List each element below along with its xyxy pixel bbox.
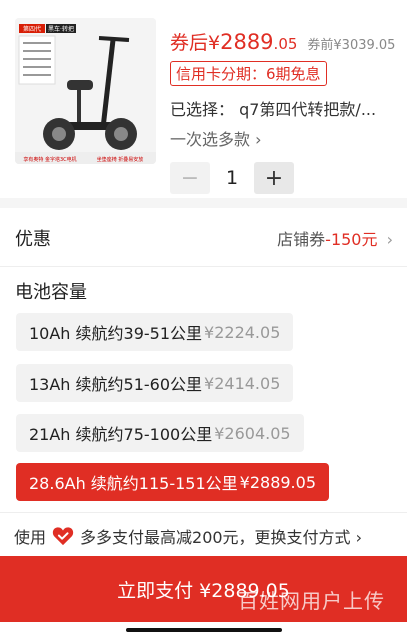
option-label: 21Ah 续航约75-100公里	[29, 425, 213, 444]
payment-tip[interactable]: 使用 多多支付最高减200元，更换支付方式 ›	[14, 524, 362, 548]
badge-model-text: 黑车·转把	[48, 25, 74, 33]
battery-option-28-6ah[interactable]: 28.6Ah 续航约115-151公里 ¥2889.05	[16, 463, 329, 501]
discount-value-prefix: 店铺券	[277, 230, 326, 249]
divider-line	[0, 266, 407, 267]
heart-icon	[52, 527, 74, 546]
quantity-value[interactable]: 1	[210, 167, 254, 189]
price-row: 券后¥ 2889 .05 券前¥3039.05	[170, 28, 395, 55]
option-price: ¥2604.05	[214, 423, 291, 443]
option-price: ¥2224.05	[204, 322, 281, 342]
option-price: ¥2414.05	[204, 373, 281, 393]
badge-gen4-text: 第四代	[23, 25, 41, 33]
badge-seat-text: 坐垫座椅 折叠易安放	[97, 156, 144, 163]
battery-section-title: 电池容量	[15, 282, 87, 303]
divider-line	[0, 512, 407, 513]
option-label: 10Ah 续航约39-51公里	[29, 324, 203, 343]
product-image[interactable]: 第四代 黑车·转把 享有奥特 金字塔3C电机 坐垫座椅 折叠易安放	[15, 18, 156, 164]
increase-button[interactable]: +	[254, 162, 294, 194]
multi-select-link[interactable]: 一次选多款 ›	[170, 126, 262, 150]
discount-row[interactable]: 优惠 店铺券-150元 ›	[0, 210, 407, 266]
home-indicator[interactable]	[126, 628, 282, 632]
quantity-stepper: − 1 +	[170, 162, 294, 194]
option-label: 13Ah 续航约51-60公里	[29, 375, 203, 394]
option-price: ¥2889.05	[239, 472, 316, 492]
option-label: 28.6Ah 续航约115-151公里	[29, 474, 238, 493]
selected-variant: 已选择： q7第四代转把款/...	[170, 100, 377, 119]
watermark: 百姓网用户上传	[238, 589, 385, 613]
scooter-illustration: 第四代 黑车·转把 享有奥特 金字塔3C电机 坐垫座椅 折叠易安放	[15, 18, 156, 164]
chevron-right-icon: ›	[386, 230, 393, 249]
payment-tip-text: 多多支付最高减200元，更换支付方式 ›	[80, 528, 363, 547]
price-integer: 2889	[220, 30, 274, 54]
price-decimal: .05	[273, 35, 298, 53]
badge-motor-text: 享有奥特 金字塔3C电机	[23, 156, 76, 163]
discount-amount: -150元	[325, 230, 378, 249]
battery-option-10ah[interactable]: 10Ah 续航约39-51公里 ¥2224.05	[16, 313, 294, 351]
payment-tip-prefix: 使用	[14, 528, 47, 547]
discount-label: 优惠	[15, 229, 51, 250]
decrease-button[interactable]: −	[170, 162, 210, 194]
battery-option-13ah[interactable]: 13Ah 续航约51-60公里 ¥2414.05	[16, 364, 294, 402]
price-prefix: 券后¥	[170, 32, 221, 54]
product-header: 第四代 黑车·转把 享有奥特 金字塔3C电机 坐垫座椅 折叠易安放 券后¥ 28…	[0, 0, 407, 198]
installment-badge[interactable]: 信用卡分期：6期免息	[170, 61, 327, 86]
section-divider	[0, 198, 407, 208]
battery-option-21ah[interactable]: 21Ah 续航约75-100公里 ¥2604.05	[16, 414, 304, 452]
price-before-coupon: 券前¥3039.05	[307, 38, 396, 53]
discount-value: 店铺券-150元 ›	[277, 226, 393, 250]
